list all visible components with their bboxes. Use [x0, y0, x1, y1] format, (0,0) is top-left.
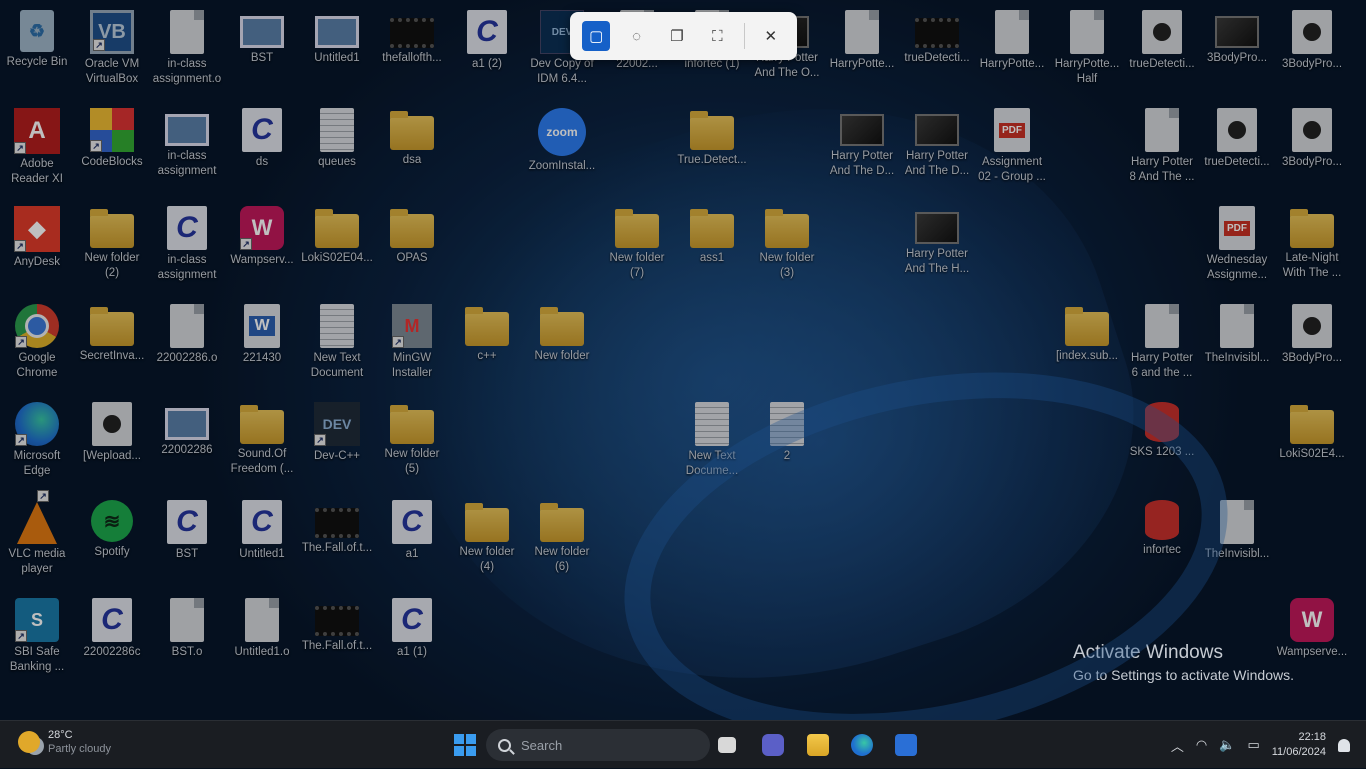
close-icon: ✕ [764, 28, 778, 45]
window-icon: ❐ [670, 28, 684, 45]
activate-subtitle: Go to Settings to activate Windows. [1073, 667, 1294, 683]
notification-bell-icon[interactable] [1338, 738, 1350, 752]
task-view-icon [718, 737, 736, 753]
system-tray: ︿ ◠ 🔈 ▭ 22:18 11/06/2024 [1171, 721, 1350, 769]
weather-widget[interactable]: 28°C Partly cloudy [18, 729, 111, 755]
volume-icon[interactable]: 🔈 [1219, 737, 1235, 753]
freeform-icon: ◌ [632, 27, 642, 45]
task-view-button[interactable] [712, 730, 742, 760]
store-button[interactable] [891, 730, 921, 760]
wifi-icon[interactable]: ◠ [1196, 737, 1207, 753]
db-icon [1145, 500, 1179, 540]
snipping-toolbar: ▢ ◌ ❐ ⛶ ✕ [570, 12, 797, 60]
desktop-icon-label: SKS 1203 ... [1129, 446, 1195, 458]
rectangle-mode-button[interactable]: ▢ [582, 21, 611, 51]
freeform-mode-button[interactable]: ◌ [622, 21, 650, 51]
clock-time: 22:18 [1298, 731, 1326, 743]
clock-date: 11/06/2024 [1271, 746, 1326, 758]
battery-icon[interactable]: ▭ [1247, 737, 1259, 753]
screen-dim-overlay [0, 0, 1366, 720]
desktop: ♻ Recycle Bin VB ↗ Oracle VM VirtualBox in-cl… [0, 0, 1366, 720]
store-icon [895, 734, 917, 756]
search-placeholder: Search [521, 737, 563, 753]
edge-taskbar-button[interactable] [847, 730, 877, 760]
activate-windows-watermark: Activate Windows Go to Settings to activ… [1073, 642, 1294, 683]
window-mode-button[interactable]: ❐ [663, 21, 691, 51]
clock[interactable]: 22:18 11/06/2024 [1272, 730, 1326, 760]
weather-temperature: 28°C [48, 729, 73, 741]
activate-title: Activate Windows [1073, 642, 1223, 663]
weather-condition: Partly cloudy [48, 743, 111, 755]
edge-icon [851, 734, 873, 756]
file-explorer-icon [807, 734, 829, 756]
taskbar-search[interactable]: Search [486, 729, 710, 761]
chat-button[interactable] [758, 730, 788, 760]
chevron-up-icon[interactable]: ︿ [1171, 736, 1184, 755]
windows-logo-icon [454, 734, 476, 756]
desktop-icon-label: 2 [783, 450, 791, 462]
fullscreen-mode-button[interactable]: ⛶ [703, 21, 731, 51]
taskbar: 28°C Partly cloudy Search ︿ ◠ 🔈 ▭ 22:18 … [0, 720, 1366, 768]
fullscreen-icon: ⛶ [712, 27, 723, 45]
desktop-icon[interactable]: infortec [1125, 500, 1199, 558]
rectangle-icon: ▢ [589, 28, 604, 45]
file-explorer-button[interactable] [803, 730, 833, 760]
desktop-icon-label: infortec [1143, 544, 1181, 556]
partly-cloudy-icon [18, 731, 40, 753]
chat-icon [762, 734, 784, 756]
toolbar-divider [743, 23, 745, 49]
search-icon [498, 738, 511, 752]
close-snip-button[interactable]: ✕ [757, 21, 785, 51]
start-button[interactable] [450, 730, 480, 760]
